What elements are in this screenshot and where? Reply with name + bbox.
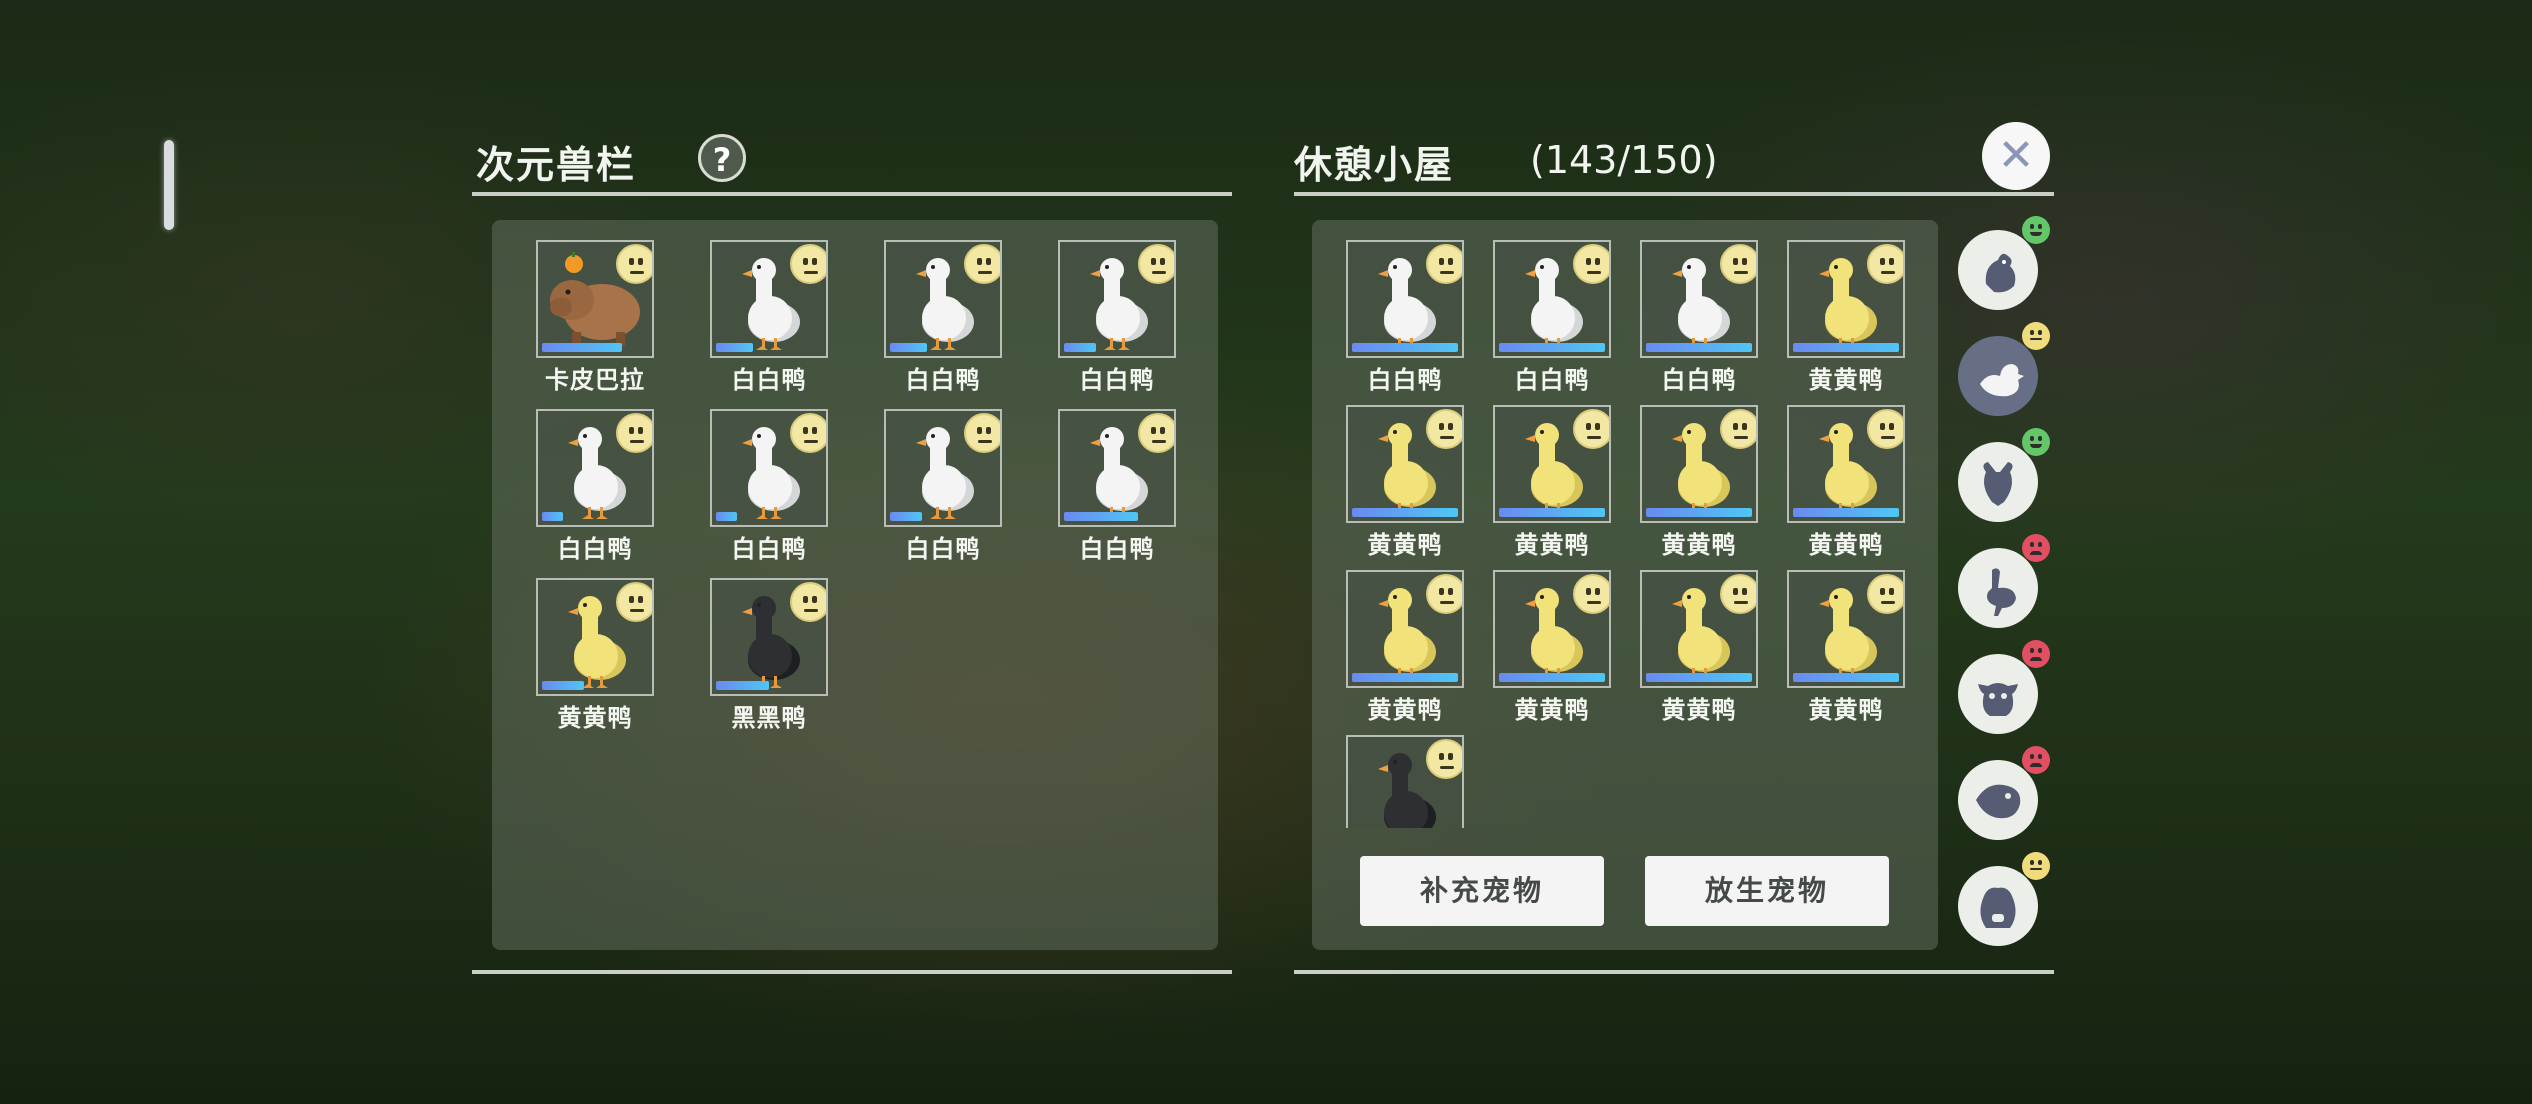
- goat-icon: [1983, 462, 2013, 506]
- growth-progress-bar: [1352, 673, 1458, 682]
- category-duck-button[interactable]: [1958, 322, 2050, 416]
- neutral-mood-icon: [2022, 852, 2050, 880]
- neutral-face-icon: [1426, 244, 1462, 284]
- growth-progress-bar: [1793, 673, 1899, 682]
- pet-name: 白白鸭: [1367, 366, 1443, 394]
- happy-mood-icon: [2022, 428, 2050, 456]
- pet-portrait: [1346, 405, 1464, 523]
- hut-pet-slot[interactable]: [1346, 735, 1464, 828]
- hut-pet-slot[interactable]: 黄黄鸭: [1493, 570, 1611, 728]
- growth-progress-bar: [1352, 508, 1458, 517]
- hut-pet-slot[interactable]: 黄黄鸭: [1640, 405, 1758, 563]
- hut-pet-slot[interactable]: 白白鸭: [1640, 240, 1758, 398]
- pet-portrait: [1493, 570, 1611, 688]
- hut-pet-slot[interactable]: 黄黄鸭: [1787, 570, 1905, 728]
- hut-pet-slot[interactable]: 黄黄鸭: [1787, 240, 1905, 398]
- hut-pet-slot[interactable]: 黄黄鸭: [1346, 405, 1464, 563]
- pet-portrait: [1787, 240, 1905, 358]
- neutral-face-icon: [1426, 574, 1462, 614]
- pet-portrait: [1346, 240, 1464, 358]
- pet-name: 黄黄鸭: [1514, 531, 1590, 559]
- chicken-icon: [1985, 253, 2016, 293]
- pet-name: 白白鸭: [1514, 366, 1590, 394]
- growth-progress-bar: [1499, 343, 1605, 352]
- neutral-face-icon: [1720, 574, 1756, 614]
- pet-portrait: [1640, 570, 1758, 688]
- hut-grid: 白白鸭 白白鸭 白白鸭 黄黄鸭 黄黄鸭 黄黄鸭 黄黄鸭 黄黄鸭 黄黄鸭 黄黄鸭 黄黄鸭 黄黄鸭: [0, 0, 2532, 828]
- neutral-face-icon: [1720, 244, 1756, 284]
- category-goat-button[interactable]: [1958, 428, 2050, 522]
- growth-progress-bar: [1646, 343, 1752, 352]
- sad-mood-icon: [2022, 640, 2050, 668]
- category-cow-button[interactable]: [1958, 640, 2050, 734]
- pet-portrait: [1640, 405, 1758, 523]
- neutral-face-icon: [1867, 574, 1903, 614]
- pet-name: 黄黄鸭: [1808, 696, 1884, 724]
- neutral-face-icon: [1426, 409, 1462, 449]
- hut-pet-slot[interactable]: 黄黄鸭: [1493, 405, 1611, 563]
- category-ostrich-button[interactable]: [1958, 534, 2050, 628]
- neutral-face-icon: [1573, 244, 1609, 284]
- pen-bottom-divider: [472, 970, 1232, 974]
- hut-pet-slot[interactable]: 白白鸭: [1346, 240, 1464, 398]
- growth-progress-bar: [1352, 343, 1458, 352]
- pet-portrait: [1346, 735, 1464, 828]
- duck-icon: [1980, 364, 2024, 397]
- release-pet-button[interactable]: 放生宠物: [1645, 856, 1889, 926]
- neutral-face-icon: [1867, 409, 1903, 449]
- sad-mood-icon: [2022, 534, 2050, 562]
- neutral-face-icon: [1867, 244, 1903, 284]
- pet-name: 黄黄鸭: [1661, 531, 1737, 559]
- growth-progress-bar: [1646, 673, 1752, 682]
- sad-mood-icon: [2022, 746, 2050, 774]
- hut-pet-slot[interactable]: 黄黄鸭: [1640, 570, 1758, 728]
- neutral-face-icon: [1573, 409, 1609, 449]
- neutral-mood-icon: [2022, 322, 2050, 350]
- fish-icon: [1976, 784, 2021, 819]
- growth-progress-bar: [1646, 508, 1752, 517]
- pet-portrait: [1787, 570, 1905, 688]
- neutral-face-icon: [1426, 739, 1462, 779]
- growth-progress-bar: [1793, 508, 1899, 517]
- pet-name: 黄黄鸭: [1367, 696, 1443, 724]
- pet-name: 黄黄鸭: [1661, 696, 1737, 724]
- pet-portrait: [1640, 240, 1758, 358]
- hut-bottom-divider: [1294, 970, 2054, 974]
- category-fish-button[interactable]: [1958, 746, 2050, 840]
- pet-portrait: [1493, 240, 1611, 358]
- neutral-face-icon: [1573, 574, 1609, 614]
- pet-name: 黄黄鸭: [1808, 366, 1884, 394]
- growth-progress-bar: [1499, 673, 1605, 682]
- pet-name: 黄黄鸭: [1367, 531, 1443, 559]
- pet-name: 黄黄鸭: [1808, 531, 1884, 559]
- happy-mood-icon: [2022, 216, 2050, 244]
- hut-pet-slot[interactable]: 白白鸭: [1493, 240, 1611, 398]
- pet-portrait: [1346, 570, 1464, 688]
- growth-progress-bar: [1499, 508, 1605, 517]
- pet-name: 白白鸭: [1661, 366, 1737, 394]
- category-capybara-button[interactable]: [1958, 852, 2050, 946]
- pet-name: 黄黄鸭: [1514, 696, 1590, 724]
- hut-pet-slot[interactable]: 黄黄鸭: [1346, 570, 1464, 728]
- cow-icon: [1978, 683, 2018, 716]
- refill-pet-button[interactable]: 补充宠物: [1360, 856, 1604, 926]
- growth-progress-bar: [1793, 343, 1899, 352]
- category-chicken-button[interactable]: [1958, 216, 2050, 310]
- pet-portrait: [1493, 405, 1611, 523]
- ostrich-icon: [1987, 568, 2016, 616]
- hut-pet-slot[interactable]: 黄黄鸭: [1787, 405, 1905, 563]
- capybara-icon: [1980, 887, 2016, 928]
- neutral-face-icon: [1720, 409, 1756, 449]
- pet-portrait: [1787, 405, 1905, 523]
